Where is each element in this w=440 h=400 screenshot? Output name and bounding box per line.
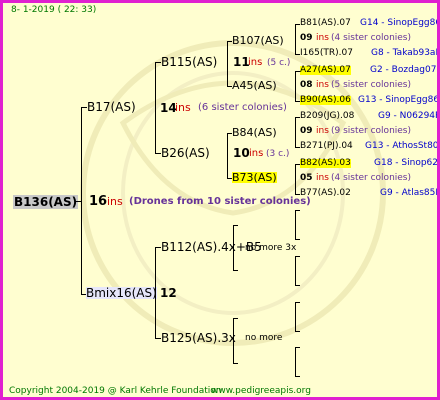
tree-line [295, 347, 300, 348]
sire2-count: 12 [160, 286, 177, 300]
sire1-ins: ins [175, 101, 191, 114]
node-b209[interactable]: B209(JG).08 [300, 112, 354, 121]
tree-line [295, 302, 296, 332]
tree-line [295, 24, 296, 55]
tree-line [295, 117, 296, 148]
node-b82[interactable]: B82(AS).03 [300, 159, 351, 168]
tree-line [233, 363, 238, 364]
pair2-count: 08 [300, 80, 313, 90]
node-b77[interactable]: B77(AS).02 [300, 189, 351, 198]
pair4-ins: ins [316, 173, 329, 183]
tree-line [233, 318, 238, 319]
tree-line [295, 285, 300, 286]
b26-sisters: (3 c.) [266, 149, 290, 159]
tree-line [295, 164, 296, 195]
root-count: 16 [89, 194, 108, 209]
node-b107[interactable]: B107(AS) [232, 35, 284, 46]
b77-info: G9 - Atlas85R [380, 188, 440, 198]
root-ins: ins [107, 195, 123, 208]
tree-line [233, 318, 234, 364]
b90-info: G13 - SinopEgg86R [358, 95, 440, 105]
node-b90[interactable]: B90(AS).06 [300, 96, 351, 105]
b125-more: no more [245, 333, 283, 343]
node-b115[interactable]: B115(AS) [161, 56, 217, 68]
node-b125[interactable]: B125(AS).3x [161, 332, 236, 344]
sire-node-b17[interactable]: B17(AS) [87, 101, 136, 113]
node-b81[interactable]: B81(AS).07 [300, 19, 351, 28]
tree-line [227, 41, 228, 87]
b115-ins: ins [248, 57, 263, 68]
tree-line [233, 270, 238, 271]
tree-line [295, 376, 300, 377]
tree-line [295, 331, 300, 332]
pedigree-panel: 8- 1-2019 ( 22: 33) B136(AS) 16 ins (Dro… [0, 0, 440, 400]
sire-node-bmix16[interactable]: Bmix16(AS) [86, 287, 157, 299]
tree-line [81, 107, 82, 295]
b271-info: G13 - AthosSt80R [365, 141, 440, 151]
node-i165[interactable]: I165(TR).07 [300, 49, 353, 58]
footer-website[interactable]: www.pedigreeapis.org [211, 387, 311, 396]
tree-line [233, 225, 234, 271]
tree-line [233, 225, 238, 226]
b81-info: G14 - SinopEgg86R [360, 18, 440, 28]
tree-line [295, 71, 296, 102]
root-drones: (Drones from 10 sister colonies) [129, 196, 311, 207]
tree-line [295, 256, 296, 286]
node-a27[interactable]: A27(AS).07 [300, 66, 351, 75]
pair4-sisters: (4 sister colonies) [331, 173, 412, 183]
b115-sisters: (5 c.) [267, 58, 291, 68]
pair3-ins: ins [316, 126, 329, 136]
pair1-sisters: (4 sister colonies) [331, 33, 412, 43]
pair1-count: 09 [300, 33, 313, 43]
tree-line [295, 302, 300, 303]
tree-line [295, 239, 300, 240]
pair3-sisters: (9 sister colonies) [331, 126, 412, 136]
node-b73[interactable]: B73(AS) [232, 172, 277, 183]
tree-line [295, 256, 300, 257]
tree-line [227, 133, 228, 179]
a27-info: G2 - Bozdag07R [370, 65, 440, 75]
pair3-count: 09 [300, 126, 313, 136]
i165-info: G8 - Takab93aR [371, 48, 440, 58]
tree-line [155, 247, 156, 339]
tree-line [295, 210, 296, 240]
pair2-sisters: (5 sister colonies) [331, 80, 412, 90]
pair2-ins: ins [316, 80, 329, 90]
b209-info: G9 - N06294R [378, 111, 440, 121]
tree-line [295, 347, 296, 377]
tree-line [75, 201, 81, 202]
b112-more: no more 3x [245, 243, 297, 253]
node-b84[interactable]: B84(AS) [232, 127, 277, 138]
b26-count: 10 [233, 146, 250, 160]
sire1-sisters: (6 sister colonies) [198, 102, 287, 113]
b82-info: G18 - Sinop62R [374, 158, 440, 168]
footer-copyright: Copyright 2004-2019 @ Karl Kehrle Founda… [9, 386, 222, 396]
tree-line [295, 210, 300, 211]
node-b271[interactable]: B271(PJ).04 [300, 142, 353, 151]
root-node[interactable]: B136(AS) [13, 195, 79, 209]
header-date: 8- 1-2019 ( 22: 33) [11, 5, 97, 15]
node-b26[interactable]: B26(AS) [161, 147, 210, 159]
node-a45[interactable]: A45(AS) [232, 80, 277, 91]
pair4-count: 05 [300, 173, 313, 183]
b26-ins: ins [249, 148, 264, 159]
pair1-ins: ins [316, 33, 329, 43]
tree-line [155, 62, 156, 154]
